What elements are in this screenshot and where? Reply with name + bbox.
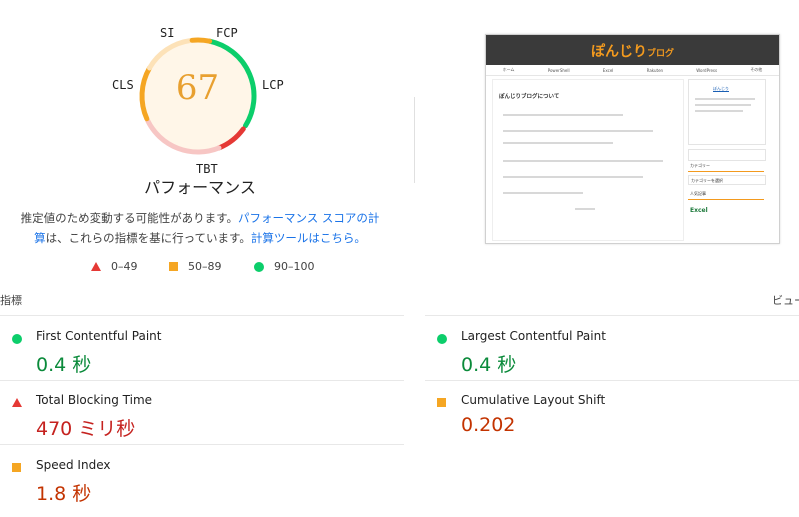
thumb-logo: ぽんじりブログ	[590, 44, 674, 60]
description-text-2: は、これらの指標を基に行っています。	[45, 231, 251, 245]
legend-average: 50–89	[169, 260, 222, 273]
gauge-label-si: SI	[160, 26, 175, 40]
metric-name: Total Blocking Time	[36, 393, 153, 407]
performance-title: パフォーマンス	[144, 178, 256, 197]
metric-first-contentful-paint: First Contentful Paint 0.4 秒	[12, 326, 392, 388]
metric-name: Speed Index	[36, 458, 111, 472]
metric-cumulative-layout-shift: Cumulative Layout Shift 0.202	[437, 390, 799, 452]
thumb-nav: ホーム PowerShell Excel Rakuten WordPress その他	[486, 65, 779, 76]
metrics-header: 指標	[0, 294, 22, 307]
metric-value: 0.4 秒	[461, 354, 517, 376]
circle-icon	[254, 261, 264, 272]
triangle-icon	[91, 262, 101, 271]
gauge-arc-si-mark	[189, 37, 213, 44]
metric-name: Cumulative Layout Shift	[461, 393, 606, 407]
calculator-link[interactable]: 計算ツールはこちら。	[251, 231, 366, 245]
square-icon	[169, 262, 178, 271]
metric-value: 1.8 秒	[36, 483, 92, 505]
legend-pass: 90–100	[254, 260, 315, 273]
pass-circle-icon	[12, 334, 22, 344]
legend-fail: 0–49	[91, 260, 138, 273]
pass-circle-icon	[437, 334, 447, 344]
metric-name: First Contentful Paint	[36, 329, 162, 343]
vertical-divider	[414, 97, 415, 183]
metric-largest-contentful-paint: Largest Contentful Paint 0.4 秒	[437, 326, 799, 388]
metric-name: Largest Contentful Paint	[461, 329, 606, 343]
metric-value: 0.202	[461, 414, 516, 436]
divider	[425, 315, 799, 316]
performance-score: 67	[175, 68, 220, 108]
thumb-header: ぽんじりブログ	[486, 35, 779, 65]
description-text-1: 推定値のため変動する可能性があります。	[20, 211, 238, 225]
thumb-post-title: ぽんじりブログについて	[499, 94, 560, 100]
gauge-label-cls: CLS	[112, 78, 134, 92]
divider	[0, 315, 404, 316]
metric-value: 0.4 秒	[36, 354, 92, 376]
score-description: 推定値のため変動する可能性があります。パフォーマンス スコアの計算は、これらの指…	[20, 208, 380, 248]
gauge-label-fcp: FCP	[216, 26, 238, 40]
legend-pass-label: 90–100	[274, 260, 315, 273]
gauge-label-lcp: LCP	[262, 78, 284, 92]
view-toggle[interactable]: ビューを	[772, 292, 799, 308]
legend-average-label: 50–89	[188, 260, 222, 273]
metric-total-blocking-time: Total Blocking Time 470 ミリ秒	[12, 390, 392, 452]
legend-fail-label: 0–49	[111, 260, 138, 273]
metric-value: 470 ミリ秒	[36, 418, 136, 440]
thumb-sidebar: ぽんじり カテゴリー カテゴリーを選択 人気記事 Excel	[688, 79, 774, 239]
final-screenshot-thumbnail[interactable]: ぽんじりブログ ホーム PowerShell Excel Rakuten WordPre…	[485, 34, 780, 244]
average-square-icon	[12, 463, 21, 472]
score-legend: 0–49 50–89 90–100	[0, 260, 400, 276]
fail-triangle-icon	[12, 398, 22, 407]
average-square-icon	[437, 398, 446, 407]
thumb-post: ぽんじりブログについて	[492, 79, 684, 241]
